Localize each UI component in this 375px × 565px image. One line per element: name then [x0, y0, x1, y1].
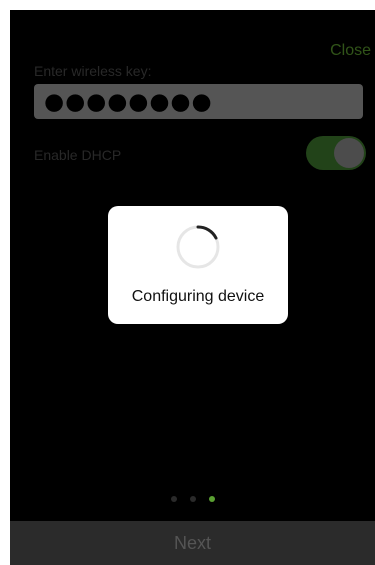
page-dot: [189, 496, 196, 502]
spinner-icon: [176, 225, 220, 269]
next-button[interactable]: Next: [10, 521, 375, 565]
loading-dialog: Configuring device: [108, 206, 288, 324]
page-dot: [170, 496, 177, 502]
setup-screen: Close Enter wireless key: ●●●●●●●● Enabl…: [10, 10, 375, 565]
page-indicator: [10, 496, 375, 502]
page-dot-active: [208, 496, 215, 502]
loading-message: Configuring device: [131, 288, 265, 305]
